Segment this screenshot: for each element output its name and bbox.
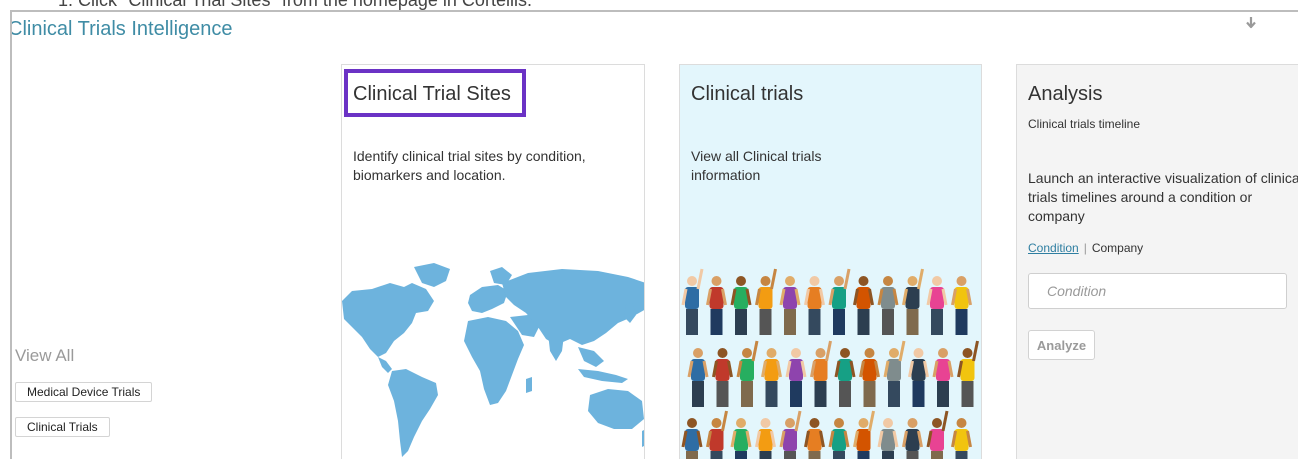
analysis-mode-links: Condition | Company: [1028, 241, 1143, 255]
clinical-trials-description: View all Clinical trials information: [691, 148, 822, 183]
analysis-description: Launch an interactive visualization of c…: [1028, 170, 1298, 224]
crowd-of-people-image: [681, 268, 979, 459]
instruction-text: 1. Click "Clinical Trial Sites" from the…: [58, 0, 532, 10]
world-map-image: [342, 263, 644, 457]
clinical-trials-card[interactable]: Clinical trials View all Clinical trials…: [679, 64, 982, 459]
analysis-subtitle: Clinical trials timeline: [1028, 117, 1141, 131]
medical-device-trials-button[interactable]: Medical Device Trials: [15, 382, 153, 402]
clinical-trial-sites-card[interactable]: Clinical Trial Sites Identify clinical t…: [341, 64, 645, 459]
condition-link[interactable]: Condition: [1028, 241, 1079, 255]
analysis-card: Analysis Clinical trials timeline Launch…: [1016, 64, 1298, 459]
view-all-link[interactable]: View All: [15, 346, 74, 366]
clinical-trials-button[interactable]: Clinical Trials: [15, 417, 110, 437]
analyze-button[interactable]: Analyze: [1028, 330, 1095, 360]
app-title: Clinical Trials Intelligence: [10, 18, 233, 40]
clinical-trial-sites-title[interactable]: Clinical Trial Sites: [353, 83, 511, 106]
app-frame: Clinical Trials Intelligence View All Me…: [10, 10, 1298, 459]
arrow-down-icon[interactable]: [1244, 16, 1258, 30]
analysis-title: Analysis: [1028, 83, 1103, 105]
clinical-trials-title[interactable]: Clinical trials: [691, 83, 803, 106]
company-link[interactable]: Company: [1092, 241, 1143, 255]
condition-input[interactable]: [1028, 273, 1287, 309]
clinical-trial-sites-description: Identify clinical trial sites by conditi…: [353, 148, 586, 183]
mode-separator: |: [1083, 241, 1087, 255]
